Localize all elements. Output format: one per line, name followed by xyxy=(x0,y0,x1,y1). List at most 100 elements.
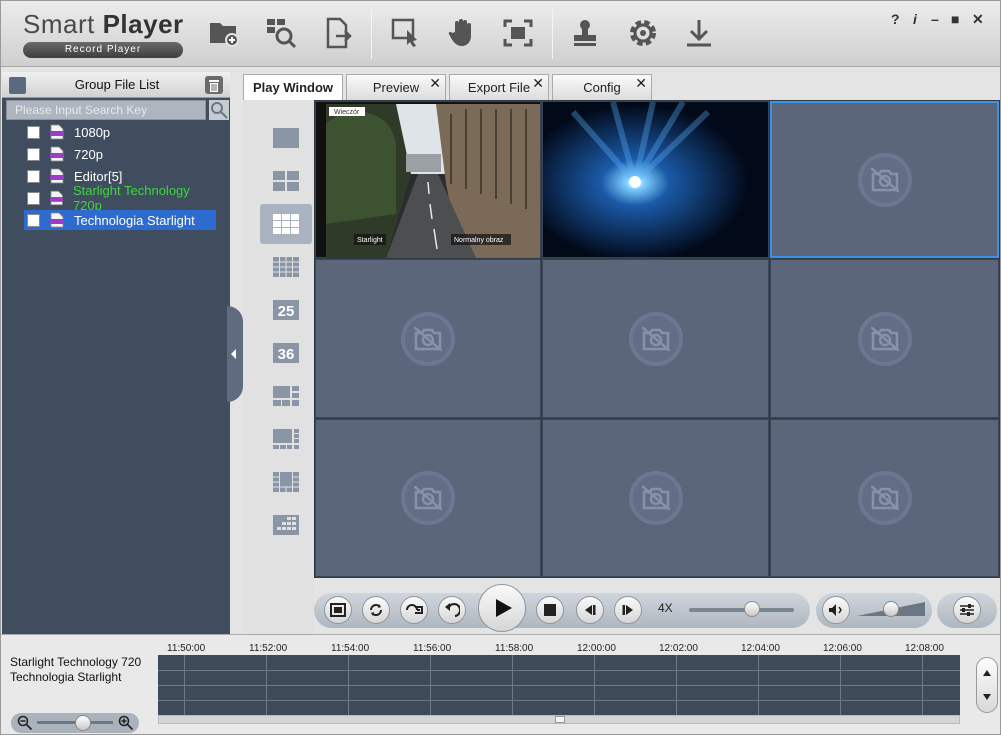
loop-play-button[interactable] xyxy=(400,596,428,624)
file-list-item[interactable]: Starlight Technology 720p xyxy=(24,183,216,213)
file-checkbox[interactable] xyxy=(27,147,40,161)
layout-8-button[interactable] xyxy=(260,419,312,459)
adjust-button[interactable] xyxy=(953,596,981,624)
track-name-list: Starlight Technology 720 Technologia Sta… xyxy=(10,655,141,685)
time-tick-label: 11:58:00 xyxy=(495,643,534,654)
layout-2x2-button[interactable] xyxy=(260,161,312,201)
search-file-button[interactable] xyxy=(263,15,299,51)
info-button[interactable]: i xyxy=(913,11,917,27)
help-button[interactable]: ? xyxy=(891,11,900,27)
video-cell-6[interactable] xyxy=(770,259,999,418)
video-cell-1[interactable]: Wieczór Starlight Normalny obraz xyxy=(315,101,541,258)
layout-6-button[interactable] xyxy=(260,376,312,416)
no-video-icon xyxy=(857,311,912,366)
zoom-slider-thumb[interactable] xyxy=(74,715,91,731)
close-button[interactable]: ✕ xyxy=(972,11,984,28)
time-tick-label: 12:08:00 xyxy=(905,643,944,654)
app-subtitle: Record Player xyxy=(23,42,183,58)
playback-controls: 4X xyxy=(314,584,1000,634)
chevron-up-icon[interactable] xyxy=(977,660,997,686)
select-all-checkbox[interactable] xyxy=(9,77,26,94)
sync-play-button[interactable] xyxy=(362,596,390,624)
speed-slider-thumb[interactable] xyxy=(744,601,760,617)
layout-6-icon xyxy=(273,386,299,406)
track-scroll-control[interactable] xyxy=(976,657,998,713)
video-overlay-top: Wieczór xyxy=(334,109,360,116)
tab-bar: Play Window Preview ✕ Export File ✕ Config… xyxy=(243,74,1000,100)
delete-button[interactable] xyxy=(205,76,223,94)
close-tab-icon[interactable]: ✕ xyxy=(429,75,441,92)
video-cell-4[interactable] xyxy=(315,259,541,418)
video-cell-8[interactable] xyxy=(542,419,769,577)
layout-custom-button[interactable] xyxy=(260,505,312,545)
file-checkbox[interactable] xyxy=(27,191,40,205)
minimize-button[interactable]: – xyxy=(931,11,939,27)
stamp-button[interactable] xyxy=(567,15,603,51)
add-folder-button[interactable] xyxy=(206,15,242,51)
tab-play-window[interactable]: Play Window xyxy=(243,74,343,100)
speed-slider-track[interactable] xyxy=(689,608,794,612)
collapse-panel-button[interactable] xyxy=(227,306,243,402)
zoom-control xyxy=(11,713,139,733)
chevron-down-icon[interactable] xyxy=(977,686,997,712)
layout-1x1-button[interactable] xyxy=(260,118,312,158)
tab-preview[interactable]: Preview ✕ xyxy=(346,74,446,100)
close-tab-icon[interactable]: ✕ xyxy=(635,75,647,92)
zoom-in-icon[interactable] xyxy=(118,715,134,731)
file-list-item[interactable]: 720p xyxy=(24,144,216,164)
hand-button[interactable] xyxy=(444,15,480,51)
fullscreen-button[interactable] xyxy=(500,15,536,51)
street-video-frame: Wieczór Starlight Normalny obraz xyxy=(326,104,540,258)
volume-slider-thumb[interactable] xyxy=(883,601,899,617)
close-tab-icon[interactable]: ✕ xyxy=(532,75,544,92)
timeline-row-divider xyxy=(158,670,960,671)
video-cell-3[interactable] xyxy=(770,101,999,258)
file-checkbox[interactable] xyxy=(27,213,40,227)
video-cell-9[interactable] xyxy=(770,419,999,577)
prev-frame-button[interactable] xyxy=(576,596,604,624)
search-button[interactable] xyxy=(209,100,229,120)
layout-13-button[interactable] xyxy=(260,462,312,502)
layout-3x3-button[interactable] xyxy=(260,204,312,244)
file-list-item[interactable]: 1080p xyxy=(24,122,216,142)
rewind-button[interactable] xyxy=(438,596,466,624)
tab-label: Play Window xyxy=(252,80,334,95)
play-button[interactable] xyxy=(478,584,526,632)
stamp-icon xyxy=(574,20,596,46)
toolbar-separator xyxy=(552,9,553,59)
next-frame-button[interactable] xyxy=(614,596,642,624)
file-list-item[interactable]: Technologia Starlight xyxy=(24,210,216,230)
file-checkbox[interactable] xyxy=(27,169,40,183)
stop-button[interactable] xyxy=(536,596,564,624)
stop-all-button[interactable] xyxy=(324,596,352,624)
timeline-grid[interactable] xyxy=(158,655,960,715)
select-area-button[interactable] xyxy=(388,15,424,51)
mute-button[interactable] xyxy=(822,596,850,624)
no-video-icon xyxy=(628,311,683,366)
video-cell-2[interactable] xyxy=(542,101,769,258)
settings-button[interactable] xyxy=(625,15,661,51)
export-file-button[interactable] xyxy=(321,15,357,51)
maximize-button[interactable]: ■ xyxy=(951,11,959,27)
video-cell-7[interactable] xyxy=(315,419,541,577)
file-name: Editor[5] xyxy=(74,168,123,184)
search-icon xyxy=(209,100,229,120)
layout-custom-icon xyxy=(273,515,299,535)
no-video-icon xyxy=(401,471,455,525)
tab-export-file[interactable]: Export File ✕ xyxy=(449,74,549,100)
layout-25-button[interactable]: 25 xyxy=(260,290,312,330)
video-cell-5[interactable] xyxy=(542,259,769,418)
video-grid: Wieczór Starlight Normalny obraz xyxy=(314,100,1000,578)
group-file-panel: Group File List 1080p 720p Editor[5]Starli… xyxy=(2,72,230,634)
download-button[interactable] xyxy=(681,15,717,51)
file-checkbox[interactable] xyxy=(27,125,40,139)
timeline-scroll-thumb[interactable] xyxy=(555,716,565,723)
screen-icon xyxy=(330,603,346,617)
layout-36-button[interactable]: 36 xyxy=(260,333,312,373)
zoom-out-icon[interactable] xyxy=(17,715,33,731)
search-input[interactable] xyxy=(6,100,206,120)
layout-4x4-button[interactable] xyxy=(260,247,312,287)
timeline-scrollbar[interactable] xyxy=(158,715,960,724)
speed-label: 4X xyxy=(658,601,673,615)
tab-config[interactable]: Config ✕ xyxy=(552,74,652,100)
